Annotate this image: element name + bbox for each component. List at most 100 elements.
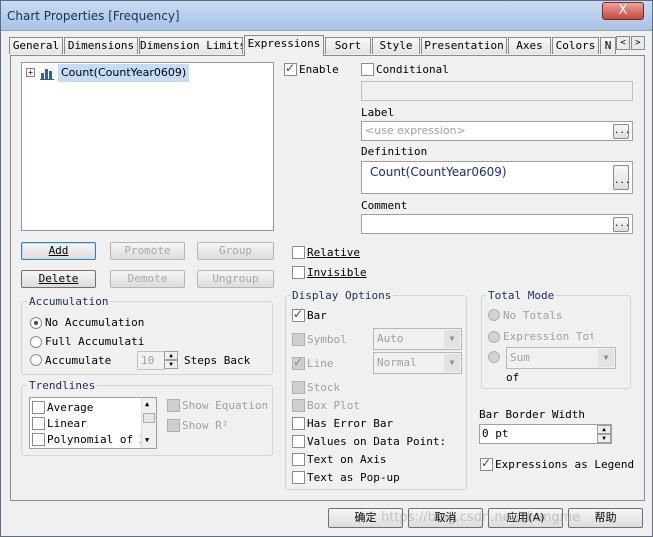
demote-button[interactable]: Demote [110,270,185,288]
show-equation-checkbox[interactable] [167,399,180,412]
no-accumulation-radio[interactable] [30,317,42,329]
text-as-popup-label: Text as Pop-up [307,471,400,484]
help-button[interactable]: 帮助 [568,508,643,528]
scroll-up-icon[interactable]: ▲ [145,400,149,408]
tab-dimension-limits[interactable]: Dimension Limits [139,37,243,54]
steps-back-label: Steps Back [184,354,251,367]
conditional-checkbox[interactable] [361,63,374,76]
bar-border-width-label: Bar Border Width [479,408,585,421]
symbol-label: Symbol [307,333,347,346]
delete-label: Delete [38,272,79,285]
line-checkbox[interactable] [292,355,305,370]
label-heading: Label [361,106,395,119]
line-style-select[interactable]: Normal ▼ [373,352,462,374]
window-title: Chart Properties [Frequency] [7,9,180,23]
ungroup-button[interactable]: Ungroup [197,270,274,288]
show-r2-label: Show R² [182,419,229,432]
values-on-data-points-checkbox[interactable] [292,435,305,448]
no-totals-radio[interactable] [488,309,500,321]
accumulate-label: Accumulate [45,354,112,367]
trend-linear-checkbox[interactable] [32,417,45,430]
text-on-axis-label: Text on Axis [307,453,387,466]
total-function-select[interactable]: Sum ▼ [506,347,616,369]
symbol-checkbox[interactable] [292,333,305,346]
bar-label: Bar [307,309,327,322]
of-label: of [506,371,520,384]
tab-scroll-right-icon[interactable]: > [631,36,645,50]
relative-label: Relative [307,246,360,259]
stock-checkbox[interactable] [292,381,305,394]
conditional-input[interactable] [361,81,633,101]
tab-colors[interactable]: Colors [552,37,599,54]
enable-label: Enable [299,63,339,76]
trend-average-checkbox[interactable] [32,401,45,414]
stock-label: Stock [307,381,341,394]
cancel-button[interactable]: 取消 [408,508,483,528]
delete-button[interactable]: Delete [21,270,96,288]
add-label: Add [48,244,69,257]
close-button[interactable]: X [602,2,644,20]
invisible-checkbox[interactable] [292,266,305,279]
comment-input[interactable] [361,214,633,234]
relative-checkbox[interactable] [292,246,305,259]
title-bar: Chart Properties [Frequency] X [1,1,652,31]
scroll-thumb[interactable] [143,413,155,423]
definition-input[interactable]: Count(CountYear0609) [361,161,633,194]
trend-average-label: Average [47,401,94,414]
definition-edit-button[interactable]: ... [613,165,630,190]
bar-border-up-icon[interactable]: ▲ [597,425,611,434]
label-input[interactable]: <use expression> [361,121,633,141]
tree-item-expression[interactable]: Count(CountYear0609) [58,64,190,82]
expression-tree[interactable]: + Count(CountYear0609) [21,62,274,231]
expand-icon[interactable]: + [26,68,35,77]
trend-polynomial-checkbox[interactable] [32,433,45,446]
trendlines-scrollbar[interactable]: ▲ ▼ [141,398,156,448]
chevron-down-icon: ▼ [598,349,614,367]
trend-linear-label: Linear [47,417,87,430]
tab-expressions[interactable]: Expressions [244,35,324,56]
sum-radio[interactable] [488,351,500,363]
trendlines-list[interactable]: Average Linear Polynomial of 2: ▲ ▼ [29,397,157,449]
tab-general[interactable]: General [9,37,63,54]
accumulation-title: Accumulation [27,295,111,308]
apply-button[interactable]: 应用(A) [488,508,563,528]
accumulate-radio[interactable] [30,354,42,366]
comment-heading: Comment [361,199,408,212]
full-accumulation-label: Full Accumulation [45,335,145,348]
enable-checkbox[interactable] [284,61,297,76]
scroll-down-icon[interactable]: ▼ [145,436,149,444]
display-options-title: Display Options [290,289,394,302]
trend-polynomial-label: Polynomial of 2: [47,433,153,446]
chart-properties-dialog: Chart Properties [Frequency] X General D… [0,0,653,537]
tab-presentation[interactable]: Presentation [421,37,507,54]
symbol-select[interactable]: Auto ▼ [373,328,462,350]
bar-border-width-input[interactable]: 0 pt [479,424,612,444]
group-button[interactable]: Group [197,242,274,260]
box-plot-label: Box Plot [307,399,360,412]
bar-checkbox[interactable] [292,307,305,322]
tab-axes[interactable]: Axes [508,37,551,54]
box-plot-checkbox[interactable] [292,399,305,412]
show-r2-checkbox[interactable] [167,419,180,432]
tab-sort[interactable]: Sort [325,37,371,54]
full-accumulation-radio[interactable] [30,336,42,348]
add-button[interactable]: Add [21,242,96,260]
label-edit-button[interactable]: ... [613,124,630,139]
expression-total-radio[interactable] [488,331,500,343]
tab-dimensions[interactable]: Dimensions [64,37,138,54]
bar-border-down-icon[interactable]: ▼ [597,434,611,443]
promote-button[interactable]: Promote [110,242,185,260]
expressions-as-legend-checkbox[interactable] [480,456,493,471]
text-as-popup-checkbox[interactable] [292,471,305,484]
tab-style[interactable]: Style [372,37,420,54]
comment-edit-button[interactable]: ... [613,217,630,232]
expressions-as-legend-label: Expressions as Legend [495,458,635,471]
tab-scroll-left-icon[interactable]: < [616,36,630,50]
steps-back-input[interactable]: 10 [137,351,165,370]
steps-down-icon[interactable]: ▼ [164,360,178,369]
tab-number[interactable]: N [600,37,616,54]
has-error-bar-checkbox[interactable] [292,417,305,430]
text-on-axis-checkbox[interactable] [292,453,305,466]
steps-up-icon[interactable]: ▲ [164,351,178,360]
ok-button[interactable]: 确定 [328,508,403,528]
